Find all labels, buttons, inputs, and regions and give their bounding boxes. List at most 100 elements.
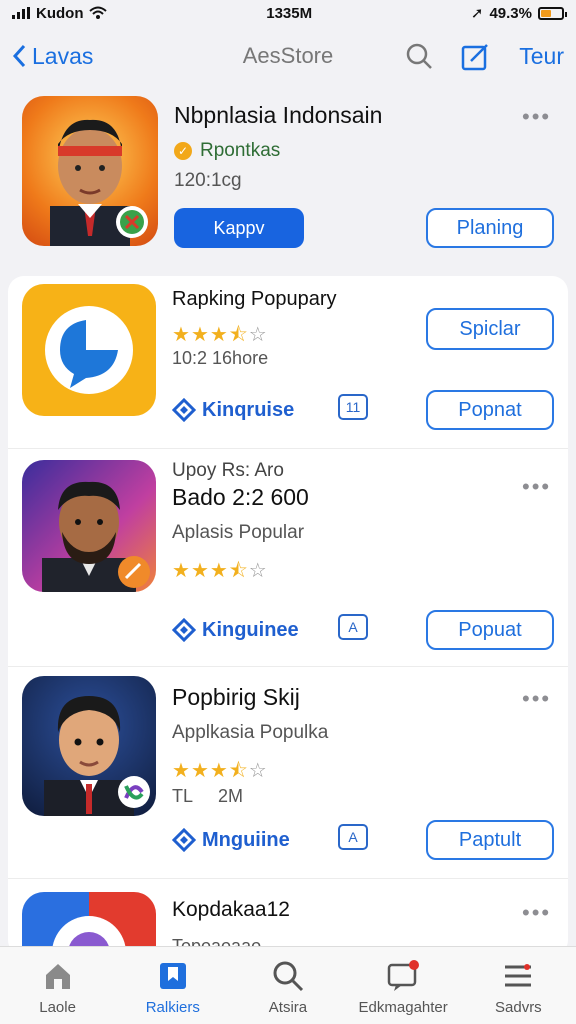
- tab-bar: Laole Ralkiers Atsira Edkmagahter Sadvrs: [0, 946, 576, 1024]
- tab-settings[interactable]: Sadvrs: [463, 959, 573, 1016]
- badge-icon: ✓: [174, 142, 192, 160]
- star-icon: ★: [209, 560, 229, 582]
- app-list-card: Rapking Popupary ★★★⯪☆ 10:2 16hore Kinqr…: [8, 276, 568, 956]
- list-item[interactable]: Rapking Popupary ★★★⯪☆ 10:2 16hore Kinqr…: [8, 276, 568, 446]
- featured-app-title: Nbpnlasia Indonsain: [174, 102, 383, 128]
- nav-bar: Lavas AesStore Teur: [0, 30, 576, 82]
- tab-label: Laole: [39, 999, 76, 1016]
- star-icon: ★: [209, 324, 229, 346]
- app-get-button[interactable]: Popnat: [426, 390, 554, 430]
- star-icon: ★: [172, 324, 191, 346]
- message-icon[interactable]: 11: [338, 394, 368, 420]
- app-icon: [22, 676, 156, 816]
- star-icon: ⯪: [228, 760, 249, 782]
- list-item[interactable]: Popbirig Skij Applkasia Populka ★★★⯪☆ TL…: [8, 672, 568, 872]
- status-bar: Kudon 1335M ➚ 49.3%: [0, 0, 576, 26]
- featured-app-badge: ✓ Rpontkas: [174, 140, 280, 162]
- compose-icon[interactable]: [461, 41, 491, 71]
- star-icon: ★: [190, 760, 210, 782]
- developer-brand: Mnguiine: [172, 828, 290, 852]
- nav-action-button[interactable]: Teur: [519, 43, 564, 70]
- star-icon: ★: [190, 560, 210, 582]
- tab-label: Sadvrs: [495, 999, 542, 1016]
- app-title: Popbirig Skij: [172, 684, 300, 710]
- app-title: Rapking Popupary: [172, 288, 337, 310]
- app-action-button[interactable]: Spiclar: [426, 308, 554, 350]
- featured-app-meta: 120:1cg: [174, 170, 242, 191]
- app-title: Bado 2:2 600: [172, 484, 309, 510]
- more-icon[interactable]: •••: [522, 104, 551, 130]
- app-meta: 10:2 16hore: [172, 348, 269, 368]
- location-icon: ➚: [470, 5, 484, 22]
- star-icon: ☆: [248, 760, 268, 782]
- secondary-button[interactable]: Planing: [426, 208, 554, 248]
- star-icon: ★: [190, 324, 210, 346]
- signal-icon: [12, 7, 30, 19]
- status-time: 1335M: [266, 4, 313, 22]
- tab-rankings[interactable]: Ralkiers: [118, 959, 228, 1016]
- app-icon: [22, 284, 156, 416]
- chat-notification-icon: [387, 960, 420, 991]
- list-item[interactable]: Upoy Rs: Aro Bado 2:2 600 Aplasis Popula…: [8, 452, 568, 662]
- divider: [8, 666, 568, 667]
- tab-messages[interactable]: Edkmagahter: [348, 959, 458, 1016]
- rating-stars: ★★★⯪☆: [172, 756, 268, 790]
- star-icon: ⯪: [228, 560, 249, 582]
- featured-app-icon[interactable]: [22, 96, 158, 246]
- app-get-button[interactable]: Paptult: [426, 820, 554, 860]
- developer-name: Kinguinee: [202, 618, 299, 641]
- nav-actions: Teur: [405, 41, 564, 71]
- app-meta-right: 2M: [218, 786, 244, 806]
- star-icon: ★: [172, 760, 191, 782]
- more-icon[interactable]: •••: [522, 686, 551, 712]
- divider: [8, 448, 568, 449]
- chevron-left-icon: [12, 44, 26, 68]
- featured-app: Nbpnlasia Indonsain ✓ Rpontkas 120:1cg •…: [0, 86, 576, 266]
- badge-label: Rpontkas: [200, 140, 281, 161]
- app-subtitle: Aplasis Popular: [172, 522, 305, 543]
- battery-percent: 49.3%: [489, 4, 532, 22]
- star-icon: ★: [172, 560, 191, 582]
- divider: [8, 878, 568, 879]
- diamond-logo-icon: [172, 398, 196, 422]
- chat-bubble-logo: [45, 306, 133, 394]
- menu-icon: [505, 964, 532, 987]
- developer-name: Kinqruise: [202, 398, 295, 421]
- app-subtitle: Applkasia Populka: [172, 722, 329, 743]
- star-icon: ⯪: [228, 324, 249, 346]
- status-right: ➚ 49.3%: [470, 4, 567, 22]
- primary-button[interactable]: Kappv: [174, 208, 304, 248]
- back-label: Lavas: [32, 42, 94, 69]
- message-icon[interactable]: A: [338, 824, 368, 850]
- app-meta-left: TL: [172, 786, 194, 806]
- developer-name: Mnguiine: [202, 828, 290, 851]
- back-button[interactable]: Lavas: [12, 43, 93, 70]
- message-icon[interactable]: A: [338, 614, 368, 640]
- carrier-label: Kudon: [36, 4, 84, 22]
- avatar-illustration: [42, 481, 150, 592]
- star-icon: ★: [209, 760, 229, 782]
- tab-home[interactable]: Laole: [3, 959, 113, 1016]
- app-title: Kopdakaa12: [172, 898, 290, 921]
- app-overline: Upoy Rs: Aro: [172, 460, 284, 481]
- avatar-illustration: [50, 119, 148, 246]
- app-icon: [22, 460, 156, 592]
- tab-label: Edkmagahter: [358, 999, 448, 1016]
- search-icon[interactable]: [405, 42, 433, 70]
- status-left: Kudon: [12, 4, 108, 22]
- bookmark-icon: [159, 963, 186, 989]
- tab-search[interactable]: Atsira: [233, 959, 343, 1016]
- search-icon: [273, 961, 304, 992]
- app-get-button[interactable]: Popuat: [426, 610, 554, 650]
- star-icon: ☆: [248, 560, 268, 582]
- more-icon[interactable]: •••: [522, 900, 551, 926]
- diamond-logo-icon: [172, 618, 196, 642]
- home-icon: [45, 964, 70, 989]
- more-icon[interactable]: •••: [522, 474, 551, 500]
- tab-label: Atsira: [268, 999, 308, 1016]
- rating-stars: ★★★⯪☆: [172, 556, 268, 590]
- diamond-logo-icon: [172, 828, 196, 852]
- tab-label: Ralkiers: [145, 999, 200, 1016]
- battery-icon: [537, 6, 567, 20]
- avatar-illustration: [44, 696, 150, 816]
